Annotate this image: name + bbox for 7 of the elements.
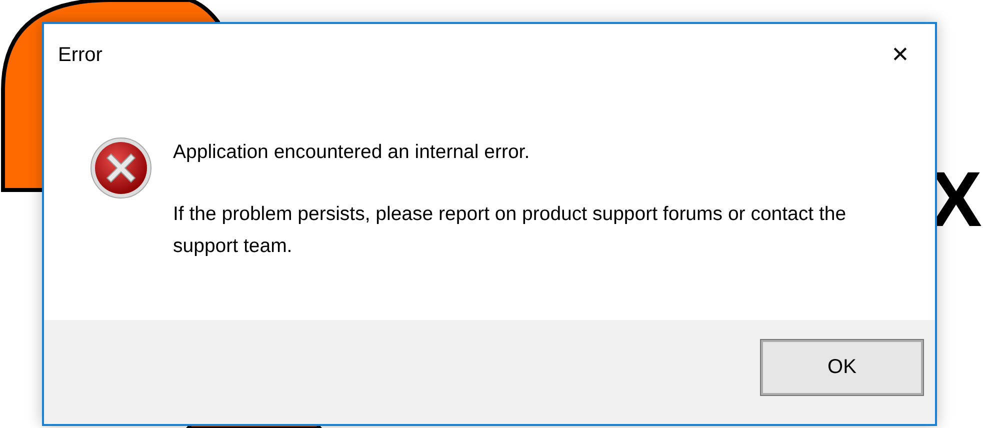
ok-button[interactable]: OK — [761, 340, 923, 394]
background-letter: X — [930, 160, 982, 238]
message-text: If the problem persists, please report on product support forums or contact the support team. — [173, 202, 848, 259]
close-button[interactable]: ✕ — [877, 35, 923, 75]
window-title: Error — [58, 43, 102, 68]
error-icon — [89, 136, 153, 200]
message-text: Application encountered an internal error. — [173, 140, 531, 165]
